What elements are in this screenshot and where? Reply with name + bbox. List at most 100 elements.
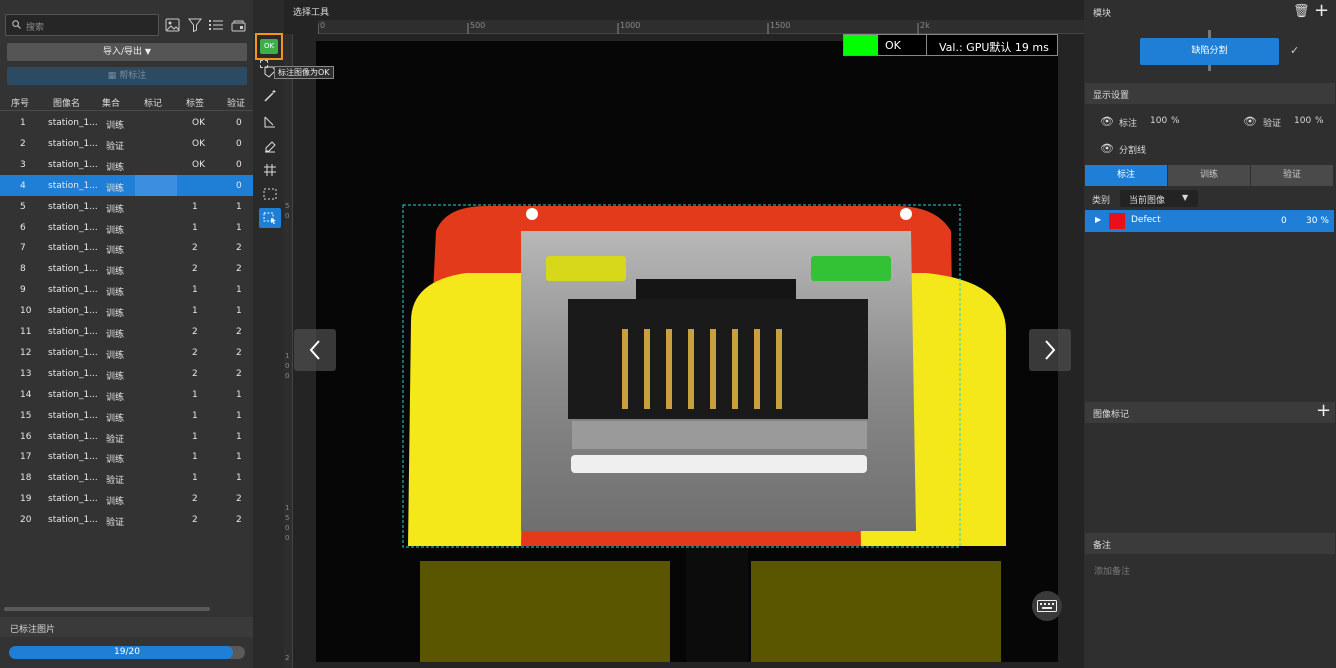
table-row[interactable]: 13 station_1... 训练 2 2: [0, 363, 253, 384]
cell-label: 2: [192, 327, 198, 337]
col-mark[interactable]: 标记: [144, 96, 162, 109]
horizontal-scrollbar[interactable]: [4, 607, 210, 611]
annotation-progress-bar: 19/20: [9, 646, 245, 659]
cell-set: 训练: [106, 371, 125, 382]
prev-image-button[interactable]: [294, 329, 336, 371]
ruler-label: 0: [285, 362, 290, 370]
lasso-tool-icon[interactable]: [259, 112, 281, 132]
col-index[interactable]: 序号: [11, 96, 29, 109]
magic-wand-icon[interactable]: [259, 86, 281, 106]
image-view-icon[interactable]: [163, 16, 181, 34]
cell-label: 1: [192, 410, 198, 421]
table-row[interactable]: 4 station_1... 训练 0: [0, 174, 253, 196]
col-validation[interactable]: 验证: [227, 96, 245, 109]
cell-set: 训练: [106, 497, 125, 508]
class-color-swatch[interactable]: [1109, 213, 1125, 229]
assist-annotate-label: 帮标注: [119, 71, 147, 81]
rect-select-icon[interactable]: [259, 184, 281, 204]
col-image-name[interactable]: 图像名: [53, 96, 80, 109]
keyboard-shortcuts-button[interactable]: [1032, 591, 1062, 621]
table-row[interactable]: 20 station_1... 验证 2 2: [0, 509, 253, 530]
keyboard-icon: [1037, 600, 1057, 612]
cell-set: 验证: [106, 476, 125, 487]
cell-set: 训练: [106, 330, 125, 340]
grid-tool-icon[interactable]: [259, 160, 281, 180]
table-row[interactable]: 12 station_1... 训练 2 2: [0, 342, 253, 363]
mark-cell: [135, 112, 177, 133]
ruler-label: 1: [285, 352, 290, 360]
mark-cell: [135, 363, 177, 384]
import-export-button[interactable]: 导入/导出 ▼: [7, 43, 247, 61]
table-row[interactable]: 17 station_1... 训练 1 1: [0, 446, 253, 467]
cell-id: 3: [20, 159, 26, 170]
table-row[interactable]: 8 station_1... 训练 2 2: [0, 258, 253, 279]
cell-id: 15: [20, 410, 32, 421]
class-name: Defect: [1131, 215, 1161, 225]
col-set[interactable]: 集合: [102, 96, 120, 109]
module-header: 模块: [1093, 9, 1112, 19]
table-row[interactable]: 10 station_1... 训练 1 1: [0, 300, 253, 321]
notes-input[interactable]: 添加备注: [1094, 564, 1130, 577]
table-row[interactable]: 14 station_1... 训练 1 1: [0, 384, 253, 405]
cell-id: 2: [20, 138, 26, 149]
table-row[interactable]: 7 station_1... 训练 2 2: [0, 237, 253, 258]
mark-cell: [135, 426, 177, 447]
tab-validation[interactable]: 验证: [1251, 165, 1333, 186]
cell-val: 2: [236, 368, 242, 379]
add-module-icon[interactable]: +: [1314, 0, 1329, 21]
select-tool-icon[interactable]: [259, 208, 281, 228]
mark-cell: [135, 279, 177, 300]
add-tag-icon[interactable]: +: [1316, 400, 1331, 421]
next-image-button[interactable]: [1029, 329, 1071, 371]
validation-opacity-value[interactable]: 100: [1294, 116, 1311, 126]
class-row-defect[interactable]: ▶ Defect 0 30 %: [1085, 210, 1334, 232]
table-row[interactable]: 1 station_1... 训练 OK 0: [0, 112, 253, 133]
table-row[interactable]: 5 station_1... 训练 1 1: [0, 196, 253, 217]
list-view-icon[interactable]: [207, 16, 225, 34]
ruler-label: 2: [285, 654, 290, 662]
cursor-marker: [260, 60, 268, 68]
ruler-label: 1000: [620, 21, 641, 30]
table-row[interactable]: 9 station_1... 训练 1 1: [0, 279, 253, 300]
cell-val: 1: [236, 306, 242, 317]
class-count: 0: [1281, 216, 1287, 226]
cell-val: 0: [236, 138, 242, 149]
cell-label: OK: [192, 159, 205, 170]
eye-icon[interactable]: 👁: [1100, 115, 1114, 128]
cell-label: OK: [192, 138, 205, 149]
cell-id: 14: [20, 389, 32, 400]
tooltip: 标注图像为OK: [274, 66, 334, 79]
defect-segmentation-module[interactable]: 缺陷分割: [1140, 38, 1279, 65]
table-row[interactable]: 15 station_1... 训练 1 1: [0, 405, 253, 426]
search-input[interactable]: 搜索: [5, 14, 159, 36]
filter-icon[interactable]: [186, 16, 204, 34]
table-row[interactable]: 19 station_1... 训练 2 2: [0, 488, 253, 509]
eraser-icon[interactable]: [259, 136, 281, 156]
trash-icon[interactable]: 🗑: [1293, 4, 1310, 19]
annotation-opacity-value[interactable]: 100: [1150, 116, 1167, 126]
table-row[interactable]: 6 station_1... 训练 1 1: [0, 217, 253, 238]
table-row[interactable]: 11 station_1... 训练 2 2: [0, 321, 253, 342]
col-label[interactable]: 标签: [186, 96, 204, 109]
category-select[interactable]: 当前图像 ▼: [1120, 190, 1198, 207]
cell-name: station_1...: [48, 368, 98, 379]
eye-icon[interactable]: 👁: [1100, 142, 1114, 155]
cell-id: 10: [20, 306, 32, 317]
cell-id: 20: [20, 515, 32, 526]
eye-icon[interactable]: 👁: [1243, 115, 1257, 128]
table-header: 序号 图像名 集合 标记 标签 验证: [0, 91, 253, 111]
table-row[interactable]: 2 station_1... 验证 OK 0: [0, 133, 253, 154]
tab-training[interactable]: 训练: [1168, 165, 1250, 186]
label-ok-button[interactable]: OK: [255, 33, 283, 60]
expand-arrow-icon[interactable]: ▶: [1095, 215, 1101, 224]
camera-icon[interactable]: [229, 16, 247, 34]
table-row[interactable]: 18 station_1... 验证 1 1: [0, 467, 253, 488]
table-row[interactable]: 3 station_1... 训练 OK 0: [0, 154, 253, 175]
image-viewer[interactable]: [316, 41, 1058, 662]
mark-cell: [135, 488, 177, 509]
tab-annotation[interactable]: 标注: [1085, 165, 1167, 186]
assist-annotate-button[interactable]: ▦ 帮标注: [7, 67, 247, 85]
cell-id: 19: [20, 494, 32, 505]
cell-name: station_1...: [48, 264, 98, 275]
table-row[interactable]: 16 station_1... 验证 1 1: [0, 426, 253, 447]
